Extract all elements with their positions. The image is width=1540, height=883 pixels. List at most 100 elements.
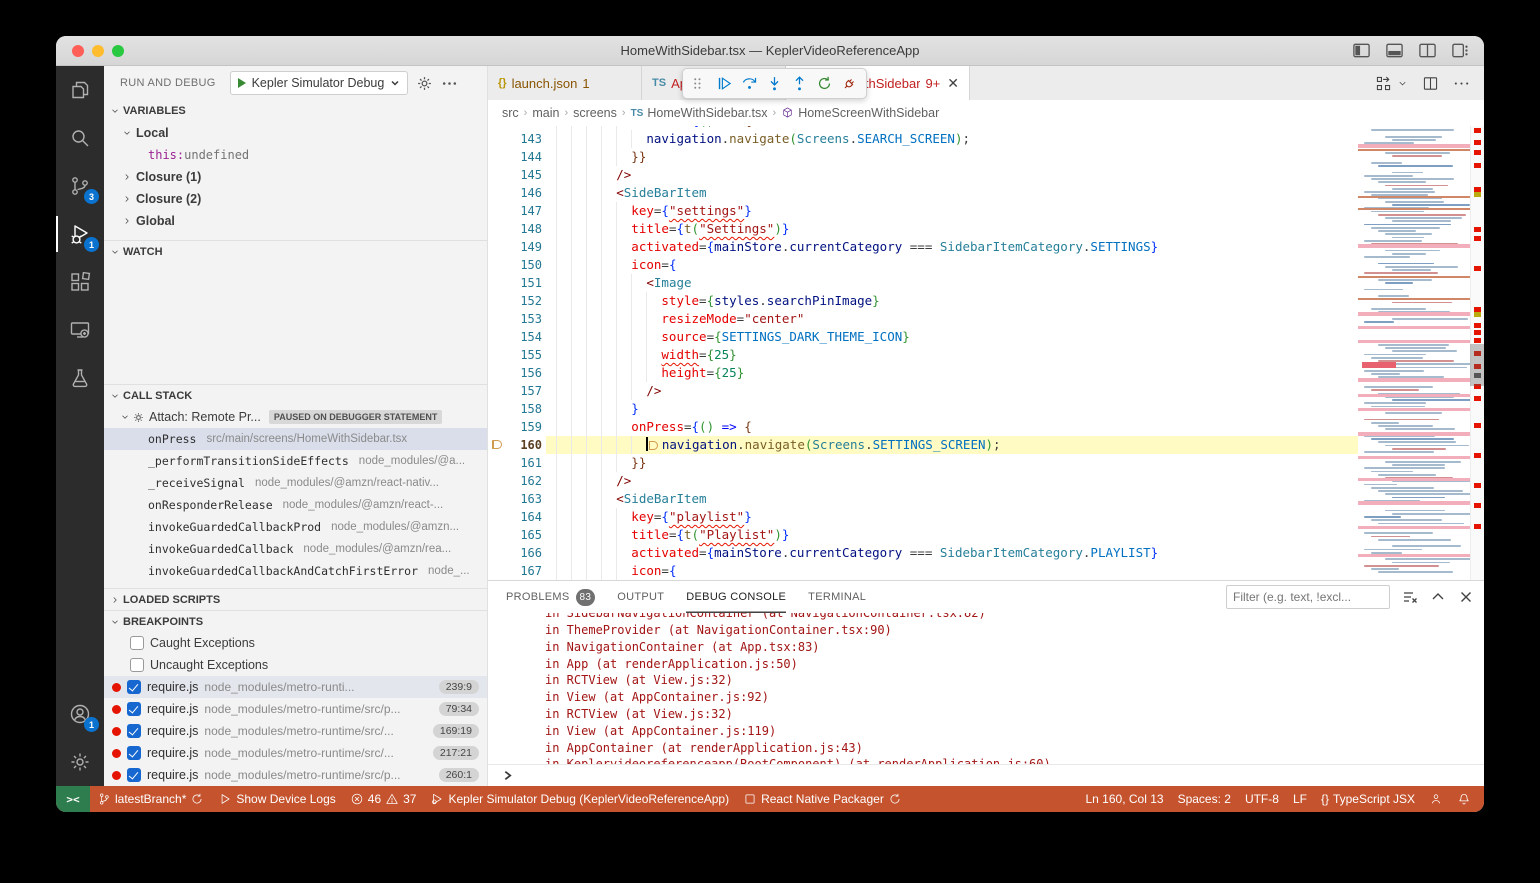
activity-item-source-control[interactable]: 3 xyxy=(56,162,104,210)
section-call-stack[interactable]: CALL STACK xyxy=(104,384,487,406)
split-editor-icon[interactable] xyxy=(1422,75,1439,92)
activity-item-remote-explorer[interactable] xyxy=(56,306,104,354)
status-item-device-logs[interactable]: Show Device Logs xyxy=(211,786,342,812)
debug-console-output[interactable]: in SidebarNavigationContainer (at Naviga… xyxy=(488,613,1484,764)
debug-restart-button[interactable] xyxy=(812,71,837,96)
breakpoint-row[interactable]: require.jsnode_modules/metro-runtime/src… xyxy=(104,764,487,786)
checkbox-checked[interactable] xyxy=(127,724,141,738)
code-text[interactable]: style={styles.searchPinImage} xyxy=(546,292,1358,310)
code-text[interactable]: }} xyxy=(546,148,1358,166)
debug-disconnect-button[interactable] xyxy=(837,71,862,96)
code-text[interactable]: activated={mainStore.currentCategory ===… xyxy=(546,544,1358,562)
zoom-window-button[interactable] xyxy=(112,45,124,57)
variable-row[interactable]: this: undefined xyxy=(104,144,487,166)
variables-scope-row[interactable]: Global xyxy=(104,210,487,232)
call-stack-frame[interactable]: onPresssrc/main/screens/HomeWithSidebar.… xyxy=(104,428,487,450)
panel-tab-problems[interactable]: PROBLEMS83 xyxy=(506,581,595,613)
code-line-157[interactable]: 157/> xyxy=(488,382,1358,400)
breakpoint-row[interactable]: require.jsnode_modules/metro-runti...239… xyxy=(104,676,487,698)
code-line-150[interactable]: 150icon={ xyxy=(488,256,1358,274)
code-line-158[interactable]: 158} xyxy=(488,400,1358,418)
code-scroll-area[interactable]: 142onPress={() => {143navigation.navigat… xyxy=(488,126,1358,580)
code-text[interactable]: }} xyxy=(546,454,1358,472)
overview-ruler[interactable] xyxy=(1470,126,1484,580)
status-item-feedback[interactable] xyxy=(1422,786,1450,812)
gutter-glyph[interactable] xyxy=(488,364,510,382)
close-tab-icon[interactable]: ✕ xyxy=(947,75,959,92)
gutter-glyph[interactable] xyxy=(488,166,510,184)
code-text[interactable]: width={25} xyxy=(546,346,1358,364)
code-text[interactable]: height={25} xyxy=(546,364,1358,382)
gutter-glyph[interactable] xyxy=(488,292,510,310)
status-item-indentation[interactable]: Spaces: 2 xyxy=(1171,786,1238,812)
code-line-167[interactable]: 167icon={ xyxy=(488,562,1358,580)
minimap[interactable] xyxy=(1358,126,1470,580)
activity-item-testing[interactable] xyxy=(56,354,104,402)
code-text[interactable]: /> xyxy=(546,382,1358,400)
exception-breakpoint-row[interactable]: Caught Exceptions xyxy=(104,632,487,654)
variables-scope-row[interactable]: Local xyxy=(104,122,487,144)
gutter-glyph[interactable] xyxy=(488,508,510,526)
status-item-debug-session[interactable]: Kepler Simulator Debug (KeplerVideoRefer… xyxy=(423,786,736,812)
gutter-glyph[interactable] xyxy=(488,346,510,364)
gutter-glyph[interactable] xyxy=(488,274,510,292)
status-item-branch[interactable]: latestBranch* xyxy=(90,786,211,812)
code-line-159[interactable]: 159onPress={() => { xyxy=(488,418,1358,436)
more-actions-icon[interactable] xyxy=(1453,75,1470,92)
debug-session-row[interactable]: Attach: Remote Pr...PAUSED ON DEBUGGER S… xyxy=(104,406,487,428)
breadcrumb-item-screens[interactable]: screens xyxy=(573,106,617,120)
code-line-165[interactable]: 165title={t("Playlist")} xyxy=(488,526,1358,544)
panel-tab-output[interactable]: OUTPUT xyxy=(617,581,664,613)
debug-step-over-button[interactable] xyxy=(737,71,762,96)
code-line-162[interactable]: 162/> xyxy=(488,472,1358,490)
code-text[interactable]: /> xyxy=(546,472,1358,490)
gutter-glyph[interactable] xyxy=(488,130,510,148)
section-loaded-scripts[interactable]: LOADED SCRIPTS xyxy=(104,588,487,610)
start-debug-icon[interactable] xyxy=(238,78,246,88)
code-line-143[interactable]: 143navigation.navigate(Screens.SEARCH_SC… xyxy=(488,130,1358,148)
code-line-145[interactable]: 145/> xyxy=(488,166,1358,184)
toggle-panel-icon[interactable] xyxy=(1385,41,1404,60)
activity-item-run-and-debug[interactable]: 1 xyxy=(56,210,104,258)
code-text[interactable]: source={SETTINGS_DARK_THEME_ICON} xyxy=(546,328,1358,346)
debug-step-into-button[interactable] xyxy=(762,71,787,96)
breakpoint-row[interactable]: require.jsnode_modules/metro-runtime/src… xyxy=(104,698,487,720)
call-stack-frame[interactable]: _performTransitionSideEffectsnode_module… xyxy=(104,450,487,472)
checkbox-unchecked[interactable] xyxy=(130,658,144,672)
section-breakpoints[interactable]: BREAKPOINTS xyxy=(104,610,487,632)
status-item-encoding[interactable]: UTF-8 xyxy=(1238,786,1286,812)
code-line-161[interactable]: 161}} xyxy=(488,454,1358,472)
status-item-cursor-position[interactable]: Ln 160, Col 13 xyxy=(1079,786,1171,812)
code-text[interactable]: activated={mainStore.currentCategory ===… xyxy=(546,238,1358,256)
code-text[interactable]: title={t("Settings")} xyxy=(546,220,1358,238)
code-text[interactable]: } xyxy=(546,400,1358,418)
call-stack-frame[interactable]: onResponderReleasenode_modules/@amzn/rea… xyxy=(104,494,487,516)
section-variables[interactable]: VARIABLES xyxy=(104,100,487,122)
code-line-147[interactable]: 147key={"settings"} xyxy=(488,202,1358,220)
gutter-glyph[interactable] xyxy=(488,238,510,256)
code-line-153[interactable]: 153resizeMode="center" xyxy=(488,310,1358,328)
checkbox-checked[interactable] xyxy=(127,680,141,694)
customize-layout-icon[interactable] xyxy=(1451,41,1470,60)
toggle-secondary-sidebar-icon[interactable] xyxy=(1418,41,1437,60)
code-text[interactable]: navigation.navigate(Screens.SETTINGS_SCR… xyxy=(546,436,1358,454)
panel-tab-terminal[interactable]: TERMINAL xyxy=(808,581,866,613)
gear-icon[interactable] xyxy=(416,75,433,92)
breadcrumb-item-homewithsidebar-tsx[interactable]: TSHomeWithSidebar.tsx xyxy=(631,106,768,120)
checkbox-unchecked[interactable] xyxy=(130,636,144,650)
gutter-glyph[interactable] xyxy=(488,382,510,400)
code-line-166[interactable]: 166activated={mainStore.currentCategory … xyxy=(488,544,1358,562)
remove-breakpoint-icon[interactable] xyxy=(418,680,433,695)
debug-continue-button[interactable] xyxy=(712,71,737,96)
activity-item-explorer[interactable] xyxy=(56,66,104,114)
status-item-packager[interactable]: React Native Packager xyxy=(736,786,909,812)
code-text[interactable]: <SideBarItem xyxy=(546,184,1358,202)
toggle-primary-sidebar-icon[interactable] xyxy=(1352,41,1371,60)
close-panel-icon[interactable] xyxy=(1458,589,1474,605)
breakpoint-row[interactable]: require.jsnode_modules/metro-runtime/src… xyxy=(104,720,487,742)
status-item-notifications[interactable] xyxy=(1450,786,1478,812)
code-text[interactable]: key={"settings"} xyxy=(546,202,1358,220)
breakpoint-row[interactable]: require.jsnode_modules/metro-runtime/src… xyxy=(104,742,487,764)
code-line-151[interactable]: 151<Image xyxy=(488,274,1358,292)
editor-tab-launch-json[interactable]: {}launch.json1 xyxy=(488,66,642,100)
